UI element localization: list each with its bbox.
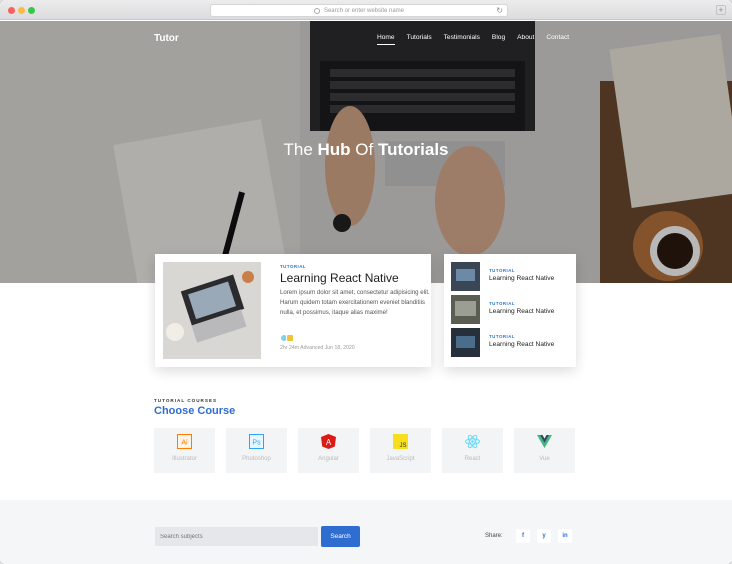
course-card-javascript[interactable]: JS JavaScript (370, 428, 431, 473)
address-bar[interactable]: Search or enter website name ↻ (210, 4, 508, 17)
tutorial-title: Learning React Native (489, 341, 555, 348)
maximize-window-button[interactable] (28, 7, 35, 14)
search-subjects-input[interactable] (155, 527, 318, 546)
close-window-button[interactable] (8, 7, 15, 14)
course-card-photoshop[interactable]: Ps Photoshop (226, 428, 287, 473)
reload-icon[interactable]: ↻ (496, 6, 503, 15)
new-tab-button[interactable]: + (716, 5, 726, 15)
course-name: JavaScript (386, 456, 415, 462)
main-navigation: Home Tutorials Testimonials Blog About C… (377, 34, 581, 45)
address-bar-placeholder: Search or enter website name (323, 7, 405, 14)
section-eyebrow: TUTORIAL COURSES (154, 398, 218, 403)
course-name: Angular (318, 456, 339, 462)
hero-title-hub: Hub (317, 140, 351, 159)
course-name: React (464, 456, 481, 462)
angular-icon: A (321, 434, 336, 449)
twitter-icon[interactable]: y (537, 529, 551, 543)
course-card-illustrator[interactable]: Ai Illustrator (154, 428, 215, 473)
hero-title-mid: Of (350, 140, 378, 159)
tutorial-tag: TUTORIAL (489, 334, 516, 339)
tutorial-title: Learning React Native (489, 308, 555, 315)
react-icon (465, 434, 480, 449)
photoshop-icon: Ps (249, 434, 264, 449)
minimize-window-button[interactable] (18, 7, 25, 14)
featured-thumbnail (163, 262, 261, 359)
course-card-angular[interactable]: A Angular (298, 428, 359, 473)
tutorial-title: Learning React Native (489, 275, 555, 282)
side-tutorial-list: TUTORIAL Learning React Native TUTORIAL … (444, 254, 576, 367)
featured-tag: TUTORIAL (280, 264, 307, 269)
list-item[interactable]: TUTORIAL Learning React Native (451, 295, 571, 325)
section-title: Choose Course (154, 405, 236, 417)
nav-about[interactable]: About (517, 34, 534, 41)
featured-authors (280, 334, 294, 342)
list-item[interactable]: TUTORIAL Learning React Native (451, 328, 571, 358)
tutorial-tag: TUTORIAL (489, 301, 516, 306)
search-icon (313, 7, 320, 14)
tutorial-thumbnail (451, 262, 480, 291)
share-label: Share: (485, 533, 503, 539)
featured-title[interactable]: Learning React Native (280, 271, 399, 285)
hero-title-pre: The (283, 140, 318, 159)
browser-toolbar: Search or enter website name ↻ + (0, 0, 732, 20)
svg-text:Ps: Ps (252, 440, 261, 447)
hero-title: The Hub Of Tutorials (0, 140, 732, 160)
nav-home[interactable]: Home (377, 34, 395, 45)
course-card-vue[interactable]: Vue (514, 428, 575, 473)
course-name: Photoshop (242, 456, 271, 462)
illustrator-icon: Ai (177, 434, 192, 449)
javascript-icon: JS (393, 434, 408, 449)
linkedin-icon[interactable]: in (558, 529, 572, 543)
tutorial-thumbnail (451, 328, 480, 357)
course-name: Vue (539, 456, 550, 462)
featured-meta: 2hr 24m Advanced Jun 18, 2020 (280, 345, 355, 351)
browser-window: Search or enter website name ↻ + Tutor H… (0, 0, 732, 564)
svg-text:Ai: Ai (181, 440, 188, 447)
nav-contact[interactable]: Contact (546, 34, 569, 41)
hero-section: Tutor Home Tutorials Testimonials Blog A… (0, 21, 732, 283)
facebook-icon[interactable]: f (516, 529, 530, 543)
list-item[interactable]: TUTORIAL Learning React Native (451, 262, 571, 292)
nav-tutorials[interactable]: Tutorials (407, 34, 432, 41)
course-card-react[interactable]: React (442, 428, 503, 473)
tutorial-thumbnail (451, 295, 480, 324)
nav-testimonials[interactable]: Testimonials (444, 34, 480, 41)
avatar (286, 334, 294, 342)
tutorial-tag: TUTORIAL (489, 268, 516, 273)
nav-blog[interactable]: Blog (492, 34, 505, 41)
course-name: Illustrator (172, 456, 197, 462)
featured-description: Lorem ipsum dolor sit amet, consectetur … (280, 289, 430, 316)
footer (0, 500, 732, 564)
search-button[interactable]: Search (321, 526, 360, 547)
vue-icon (537, 434, 552, 449)
hero-title-tutorials: Tutorials (377, 140, 449, 159)
svg-text:A: A (326, 438, 332, 447)
site-logo[interactable]: Tutor (154, 33, 179, 44)
svg-text:JS: JS (399, 443, 406, 449)
